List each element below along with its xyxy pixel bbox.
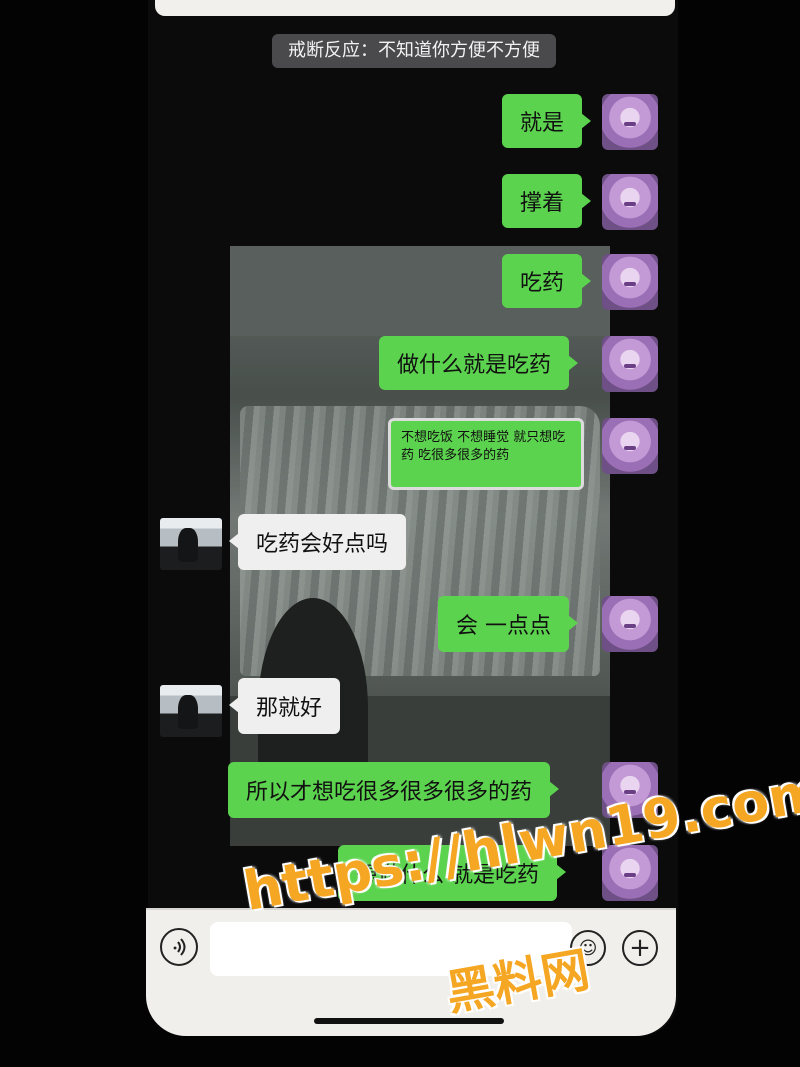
message-row: 那就好: [228, 678, 341, 734]
message-row: 所以才想吃很多很多很多的药: [228, 762, 560, 818]
message-row: 做什么就是吃药: [379, 336, 579, 390]
contact-avatar[interactable]: [160, 685, 222, 737]
message-bubble[interactable]: 吃药: [502, 254, 592, 308]
message-bubble[interactable]: 做什么就是吃药: [379, 336, 579, 390]
plus-icon[interactable]: +: [622, 930, 658, 966]
message-row: 撑着: [502, 174, 592, 228]
message-row: 不想吃饭 不想睡觉 就只想吃药 吃很多很多的药: [388, 418, 584, 490]
voice-wave-icon: [173, 938, 186, 956]
voice-icon[interactable]: [160, 928, 198, 966]
message-bubble[interactable]: 撑着: [502, 174, 592, 228]
message-bubble[interactable]: 所以才想吃很多很多很多的药: [228, 762, 560, 818]
my-avatar[interactable]: [602, 94, 658, 150]
input-bar: ☺ +: [146, 908, 676, 1036]
message-bubble[interactable]: 会 一点点: [438, 596, 578, 652]
previous-message-edge: [155, 0, 675, 16]
my-avatar[interactable]: [602, 336, 658, 392]
system-notice: 戒断反应：不知道你方便不方便: [272, 34, 556, 68]
message-row: 就是: [502, 94, 592, 148]
message-bubble[interactable]: 那就好: [228, 678, 341, 734]
message-row: 吃药: [502, 254, 592, 308]
my-avatar[interactable]: [602, 596, 658, 652]
my-avatar[interactable]: [602, 418, 658, 474]
my-avatar[interactable]: [602, 254, 658, 310]
message-bubble[interactable]: 吃药会好点吗: [228, 514, 407, 570]
message-row: 会 一点点: [438, 596, 578, 652]
contact-avatar[interactable]: [160, 518, 222, 570]
message-row: 吃药会好点吗: [228, 514, 407, 570]
my-avatar[interactable]: [602, 174, 658, 230]
message-bubble[interactable]: 不想吃饭 不想睡觉 就只想吃药 吃很多很多的药: [388, 418, 584, 490]
message-bubble[interactable]: 就是: [502, 94, 592, 148]
